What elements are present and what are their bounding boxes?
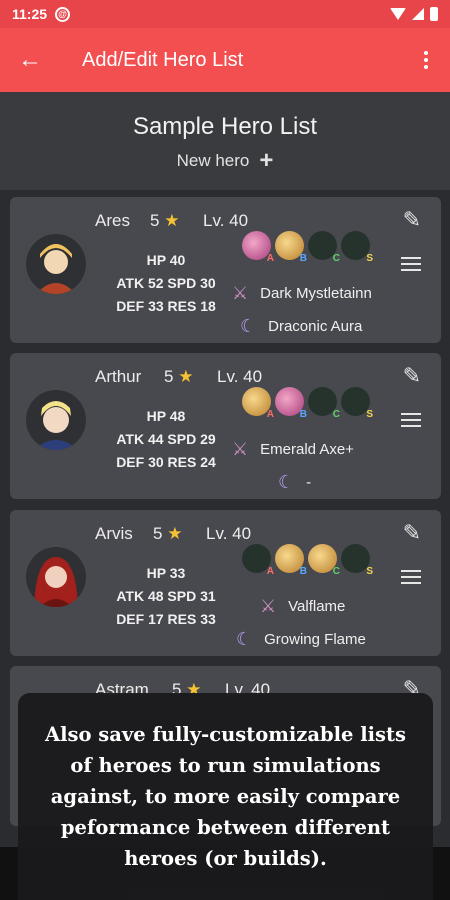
drag-handle-icon[interactable] xyxy=(401,257,421,271)
weapon-row: ⚔ Valflame xyxy=(260,596,345,617)
weapon-icon: ⚔ xyxy=(232,439,249,459)
skill-b-icon: B xyxy=(275,544,307,577)
star-icon: ★ xyxy=(167,524,183,543)
hero-card-arvis[interactable]: Arvis 5 ★ Lv. 40 ✎ HP 33 ATK 48 SPD 31 D… xyxy=(10,510,441,656)
list-title[interactable]: Sample Hero List xyxy=(0,113,450,141)
skill-slots: A B C S xyxy=(242,231,373,264)
hp-stat: HP 48 xyxy=(146,408,186,424)
hero-avatar xyxy=(26,234,86,294)
star-icon: ★ xyxy=(178,367,194,386)
promo-caption: Also save fully-customizable lists of he… xyxy=(44,723,407,870)
skill-b-icon: B xyxy=(275,231,307,264)
hero-rarity: 5 ★ xyxy=(164,367,193,387)
hero-card-ares[interactable]: Ares 5 ★ Lv. 40 ✎ HP 40 ATK 52 SPD 30 DE… xyxy=(10,197,441,343)
plus-icon: + xyxy=(259,147,274,174)
atk-spd-stat: ATK 52 SPD 30 xyxy=(116,275,216,291)
hero-level: Lv. 40 xyxy=(203,211,249,230)
back-arrow-icon[interactable]: ← xyxy=(0,46,60,74)
edit-icon[interactable]: ✎ xyxy=(403,520,421,546)
hero-level: Lv. 40 xyxy=(217,367,263,386)
skill-slots: A B C S xyxy=(242,544,373,577)
notification-icon: @ xyxy=(55,6,71,22)
skill-s-icon: S xyxy=(341,231,373,264)
edit-icon[interactable]: ✎ xyxy=(403,363,421,389)
hero-stats: HP 40 ATK 52 SPD 30 DEF 33 RES 18 xyxy=(90,249,242,318)
list-header: Sample Hero List New hero + xyxy=(0,92,450,190)
assist-name: Growing Flame xyxy=(264,631,366,648)
promo-caption-overlay: Also save fully-customizable lists of he… xyxy=(18,693,433,900)
hero-name: Ares xyxy=(95,211,130,230)
rarity-value: 5 xyxy=(150,211,160,230)
status-bar: 11:25 @ xyxy=(0,0,450,28)
hero-avatar xyxy=(26,547,86,607)
skill-a-icon: A xyxy=(242,231,274,264)
weapon-icon: ⚔ xyxy=(232,283,249,303)
skill-b-icon: B xyxy=(275,387,307,420)
hp-stat: HP 33 xyxy=(146,565,186,581)
hero-portrait-icon xyxy=(36,244,76,294)
signal-icon xyxy=(412,8,424,20)
wifi-icon xyxy=(390,8,406,20)
hero-portrait-icon xyxy=(34,401,78,450)
new-hero-button[interactable]: New hero + xyxy=(176,147,274,174)
atk-spd-stat: ATK 44 SPD 29 xyxy=(116,431,216,447)
hero-stats: HP 33 ATK 48 SPD 31 DEF 17 RES 33 xyxy=(90,562,242,631)
status-time: 11:25 xyxy=(12,6,48,22)
def-res-stat: DEF 33 RES 18 xyxy=(116,298,216,314)
skill-a-icon: A xyxy=(242,544,274,577)
hero-card-arthur[interactable]: Arthur 5 ★ Lv. 40 ✎ HP 48 ATK 44 SPD 29 … xyxy=(10,353,441,499)
rarity-value: 5 xyxy=(164,367,174,386)
skill-s-icon: S xyxy=(341,387,373,420)
hero-portrait-icon xyxy=(34,557,78,607)
weapon-name: Dark Mystletainn xyxy=(260,285,372,302)
battery-icon xyxy=(430,7,438,21)
hero-rarity: 5 ★ xyxy=(153,524,182,544)
edit-icon[interactable]: ✎ xyxy=(403,207,421,233)
hp-stat: HP 40 xyxy=(146,252,186,268)
assist-row: ☾ Growing Flame xyxy=(236,629,366,650)
weapon-name: Emerald Axe+ xyxy=(260,441,354,458)
assist-icon: ☾ xyxy=(240,316,257,336)
rarity-value: 5 xyxy=(153,524,163,543)
app-bar: ← Add/Edit Hero List xyxy=(0,28,450,92)
drag-handle-icon[interactable] xyxy=(401,413,421,427)
status-icons xyxy=(390,7,438,21)
assist-name: Draconic Aura xyxy=(268,318,363,335)
star-icon: ★ xyxy=(164,211,180,230)
assist-row: ☾ Draconic Aura xyxy=(240,316,362,337)
weapon-row: ⚔ Emerald Axe+ xyxy=(232,439,354,460)
overflow-menu-icon[interactable] xyxy=(402,51,450,69)
weapon-name: Valflame xyxy=(288,598,346,615)
assist-icon: ☾ xyxy=(236,629,253,649)
atk-spd-stat: ATK 48 SPD 31 xyxy=(116,588,216,604)
assist-icon: ☾ xyxy=(278,472,295,492)
def-res-stat: DEF 17 RES 33 xyxy=(116,611,216,627)
hero-name: Arvis xyxy=(95,524,133,543)
skill-c-icon: C xyxy=(308,387,340,420)
page-title: Add/Edit Hero List xyxy=(82,48,244,71)
drag-handle-icon[interactable] xyxy=(401,570,421,584)
new-hero-label: New hero xyxy=(176,151,250,170)
skill-slots: A B C S xyxy=(242,387,373,420)
skill-c-icon: C xyxy=(308,544,340,577)
hero-stats: HP 48 ATK 44 SPD 29 DEF 30 RES 24 xyxy=(90,405,242,474)
assist-row: ☾ - xyxy=(278,472,311,493)
hero-name: Arthur xyxy=(95,367,142,386)
skill-c-icon: C xyxy=(308,231,340,264)
hero-rarity: 5 ★ xyxy=(150,211,179,231)
def-res-stat: DEF 30 RES 24 xyxy=(116,454,216,470)
hero-level: Lv. 40 xyxy=(206,524,252,543)
weapon-row: ⚔ Dark Mystletainn xyxy=(232,283,372,304)
skill-s-icon: S xyxy=(341,544,373,577)
assist-name: - xyxy=(306,474,312,491)
hero-avatar xyxy=(26,390,86,450)
weapon-icon: ⚔ xyxy=(260,596,277,616)
skill-a-icon: A xyxy=(242,387,274,420)
